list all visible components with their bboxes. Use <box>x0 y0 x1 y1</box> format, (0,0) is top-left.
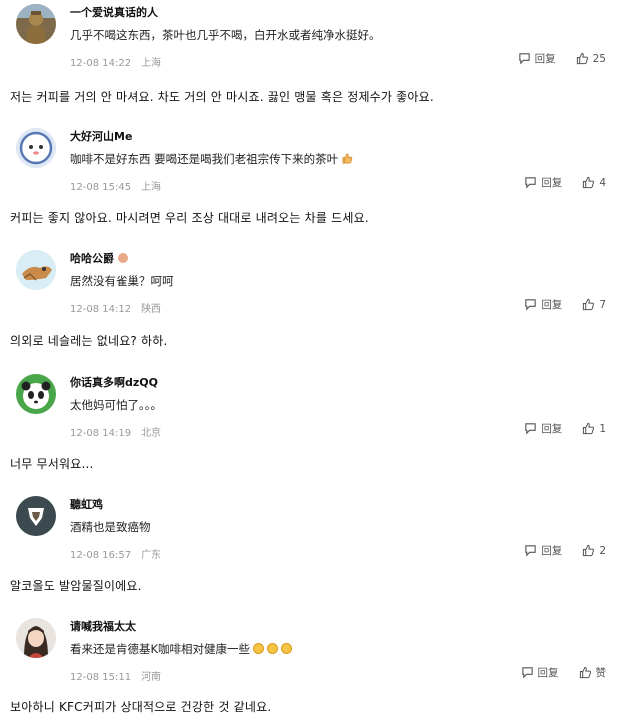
dark-avatar-icon[interactable] <box>16 496 56 536</box>
timestamp: 12-08 14:22 <box>70 58 132 69</box>
reply-label: 回复 <box>537 667 559 679</box>
translation-text: 의외로 네슬레는 없네요? 하하. <box>10 334 168 348</box>
comment-item: 哈哈公爵 居然没有雀巢？呵呵 12-08 14:12 陕西 回复 7 <box>0 246 622 318</box>
reply-button[interactable]: 回复 <box>524 543 562 558</box>
location: 上海 <box>141 58 162 69</box>
thumbs-up-icon <box>583 176 595 189</box>
username[interactable]: 聽虹鸡 <box>70 496 103 512</box>
like-count: 25 <box>592 52 606 65</box>
reply-label: 回复 <box>541 545 563 557</box>
user-badge-icon <box>118 253 128 263</box>
translation-text: 커피는 좋지 않아요. 마시려면 우리 조상 대대로 내려오는 차를 드세요. <box>10 211 369 225</box>
comment-actions: 回复 25 <box>498 51 606 66</box>
translation-text: 알코올도 발암물질이에요. <box>10 579 142 593</box>
comment-actions: 回复 2 <box>504 543 606 558</box>
reply-icon <box>525 299 537 311</box>
comment-text: 太他妈可怕了。。。 <box>70 398 162 412</box>
like-button[interactable]: 赞 <box>579 665 607 680</box>
timestamp: 12-08 15:11 <box>70 672 132 683</box>
translation-text: 너무 무서워요... <box>10 457 94 471</box>
reply-label: 回复 <box>541 177 563 189</box>
reply-icon <box>521 667 533 679</box>
thumbs-up-icon <box>579 666 591 679</box>
comment-text-content: 咖啡不是好东西 要喝还是喝我们老祖宗传下来的茶叶 <box>70 152 339 166</box>
comment-meta: 12-08 16:57 广东 <box>70 546 161 561</box>
username[interactable]: 哈哈公爵 <box>70 250 128 266</box>
translation-text: 저는 커피를 거의 안 마셔요. 차도 거의 안 마시죠. 끓인 맹물 혹은 정… <box>10 90 434 104</box>
timestamp: 12-08 15:45 <box>70 182 132 193</box>
timestamp: 12-08 16:57 <box>70 550 132 561</box>
astronaut-avatar-icon[interactable] <box>16 128 56 168</box>
comment-text: 看来还是肯德基K咖啡相对健康一些 <box>70 641 293 657</box>
statue-avatar-icon[interactable] <box>16 4 56 44</box>
timestamp: 12-08 14:19 <box>70 428 132 439</box>
like-button[interactable]: 4 <box>582 176 606 189</box>
username[interactable]: 你话真多啊dzQQ <box>70 374 158 390</box>
thumbs-up-icon <box>583 544 595 557</box>
location: 上海 <box>141 182 162 193</box>
laughing-emoji-icon <box>253 643 265 654</box>
location: 河南 <box>141 672 162 683</box>
like-count: 1 <box>599 422 606 435</box>
reply-label: 回复 <box>541 423 563 435</box>
reply-button[interactable]: 回复 <box>524 175 562 190</box>
username[interactable]: 一个爱说真话的人 <box>70 4 158 20</box>
comment-item: 一个爱说真话的人 几乎不喝这东西，茶叶也几乎不喝，白开水或者纯净水挺好。 12-… <box>0 0 622 72</box>
reply-icon <box>525 545 537 557</box>
translation-text: 보아하니 KFC커피가 상대적으로 건강한 것 같네요. <box>10 700 272 714</box>
comment-text: 酒精也是致癌物 <box>70 520 151 534</box>
comment-text-content: 看来还是肯德基K咖啡相对健康一些 <box>70 642 251 656</box>
reply-button[interactable]: 回复 <box>524 421 562 436</box>
comment-actions: 回复 7 <box>504 297 606 312</box>
laughing-emoji-icon <box>281 643 293 654</box>
like-count: 2 <box>599 544 606 557</box>
location: 广东 <box>141 550 162 561</box>
laughing-emoji-icon <box>267 643 279 654</box>
like-button[interactable]: 7 <box>582 298 606 311</box>
comment-item: 聽虹鸡 酒精也是致癌物 12-08 16:57 广东 回复 2 <box>0 492 622 564</box>
location: 北京 <box>141 428 162 439</box>
username[interactable]: 大好河山Me <box>70 128 132 144</box>
comment-meta: 12-08 14:19 北京 <box>70 424 161 439</box>
reply-label: 回复 <box>534 53 556 65</box>
comment-feed: 一个爱说真话的人 几乎不喝这东西，茶叶也几乎不喝，白开水或者纯净水挺好。 12-… <box>0 0 622 718</box>
comment-text: 居然没有雀巢？呵呵 <box>70 274 174 288</box>
reply-button[interactable]: 回复 <box>518 51 556 66</box>
like-count: 赞 <box>595 667 607 679</box>
comment-actions: 回复 1 <box>504 421 606 436</box>
comment-meta: 12-08 14:12 陕西 <box>70 300 161 315</box>
comment-item: 请喊我福太太 看来还是肯德基K咖啡相对健康一些 12-08 15:11 河南 回复… <box>0 614 622 686</box>
cartoon-avatar-icon[interactable] <box>16 250 56 290</box>
comment-meta: 12-08 14:22 上海 <box>70 54 161 69</box>
comment-text: 咖啡不是好东西 要喝还是喝我们老祖宗传下来的茶叶 <box>70 151 353 167</box>
thumbs-up-emoji-icon <box>342 153 353 164</box>
panda-avatar-icon[interactable] <box>16 374 56 414</box>
comment-item: 你话真多啊dzQQ 太他妈可怕了。。。 12-08 14:19 北京 回复 1 <box>0 370 622 442</box>
comment-actions: 回复 赞 <box>501 665 607 680</box>
comment-meta: 12-08 15:45 上海 <box>70 178 161 193</box>
comment-meta: 12-08 15:11 河南 <box>70 668 161 683</box>
location: 陕西 <box>141 304 162 315</box>
reply-icon <box>525 423 537 435</box>
reply-button[interactable]: 回复 <box>524 297 562 312</box>
reply-label: 回复 <box>541 299 563 311</box>
thumbs-up-icon <box>583 422 595 435</box>
comment-actions: 回复 4 <box>504 175 606 190</box>
comment-text: 几乎不喝这东西，茶叶也几乎不喝，白开水或者纯净水挺好。 <box>70 28 381 42</box>
thumbs-up-icon <box>576 52 588 65</box>
thumbs-up-icon <box>583 298 595 311</box>
girl-avatar-icon[interactable] <box>16 618 56 658</box>
reply-icon <box>525 177 537 189</box>
like-count: 4 <box>599 176 606 189</box>
like-button[interactable]: 1 <box>582 422 606 435</box>
reply-button[interactable]: 回复 <box>521 665 559 680</box>
like-button[interactable]: 2 <box>582 544 606 557</box>
reply-icon <box>518 53 530 65</box>
username[interactable]: 请喊我福太太 <box>70 618 136 634</box>
like-button[interactable]: 25 <box>576 52 606 65</box>
comment-item: 大好河山Me 咖啡不是好东西 要喝还是喝我们老祖宗传下来的茶叶 12-08 15… <box>0 124 622 196</box>
like-count: 7 <box>599 298 606 311</box>
username-text: 哈哈公爵 <box>70 252 114 265</box>
timestamp: 12-08 14:12 <box>70 304 132 315</box>
